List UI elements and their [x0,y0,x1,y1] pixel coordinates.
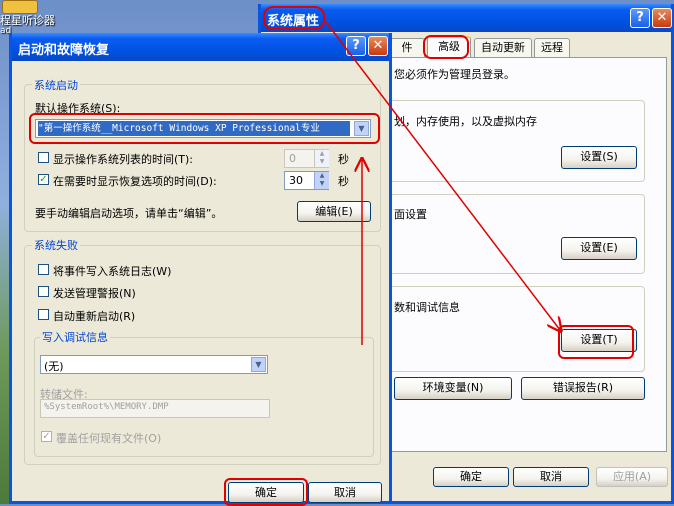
annotation-arrows [325,21,674,345]
arrow-to-settings [325,21,560,330]
